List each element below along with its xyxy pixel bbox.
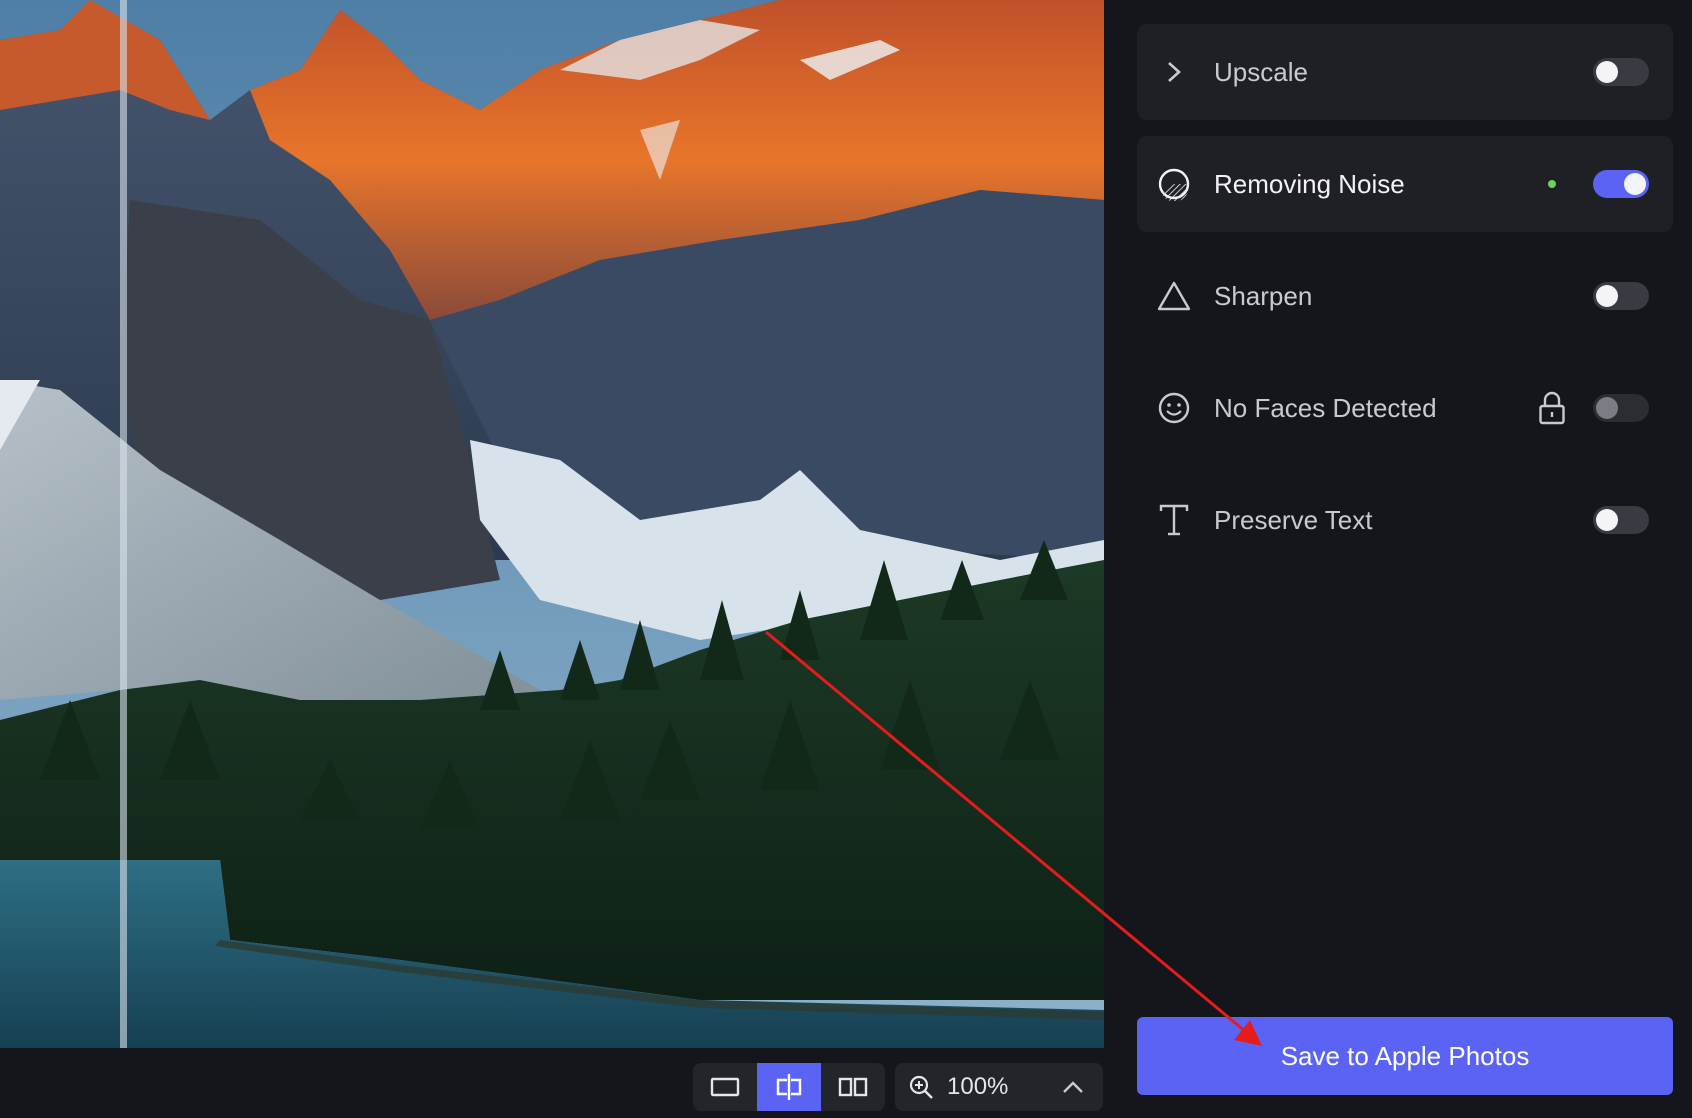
view-mode-group [693,1063,885,1111]
feature-label: Upscale [1214,57,1308,87]
split-view-icon [776,1074,802,1100]
preserve-text-toggle[interactable] [1593,506,1649,534]
smiley-face-icon [1156,390,1192,426]
feature-label: Preserve Text [1214,505,1373,535]
image-preview[interactable] [0,0,1104,1048]
landscape-photo [0,0,1104,1048]
triangle-icon [1156,278,1192,314]
zoom-level: 100% [947,1073,1009,1100]
chevron-up-icon [1063,1081,1083,1093]
feature-label: No Faces Detected [1214,393,1437,423]
zoom-in-button[interactable] [895,1074,947,1100]
removing-noise-toggle[interactable] [1593,170,1649,198]
chevron-right-icon[interactable] [1156,54,1192,90]
faces-toggle [1593,394,1649,422]
lock-icon [1534,390,1570,426]
zoom-control: 100% [895,1063,1103,1111]
feature-preserve-text[interactable]: Preserve Text [1137,472,1673,568]
split-view-button[interactable] [757,1063,821,1111]
feature-sharpen[interactable]: Sharpen [1137,248,1673,344]
feature-label: Removing Noise [1214,169,1405,199]
upscale-toggle[interactable] [1593,58,1649,86]
zoom-menu-button[interactable] [1047,1080,1099,1094]
single-view-button[interactable] [693,1063,757,1111]
side-by-side-button[interactable] [821,1063,885,1111]
side-by-side-icon [838,1077,868,1097]
feature-removing-noise[interactable]: Removing Noise [1137,136,1673,232]
feature-label: Sharpen [1214,281,1313,311]
status-dot [1548,180,1556,188]
feature-upscale[interactable]: Upscale [1137,24,1673,120]
save-to-apple-photos-button[interactable]: Save to Apple Photos [1137,1017,1673,1095]
compare-slider-handle[interactable] [120,0,127,1048]
noise-icon [1156,166,1192,202]
feature-faces[interactable]: No Faces Detected [1137,360,1673,456]
sharpen-toggle[interactable] [1593,282,1649,310]
text-t-icon [1156,502,1192,538]
single-view-icon [710,1077,740,1097]
magnifier-plus-icon [909,1075,933,1099]
